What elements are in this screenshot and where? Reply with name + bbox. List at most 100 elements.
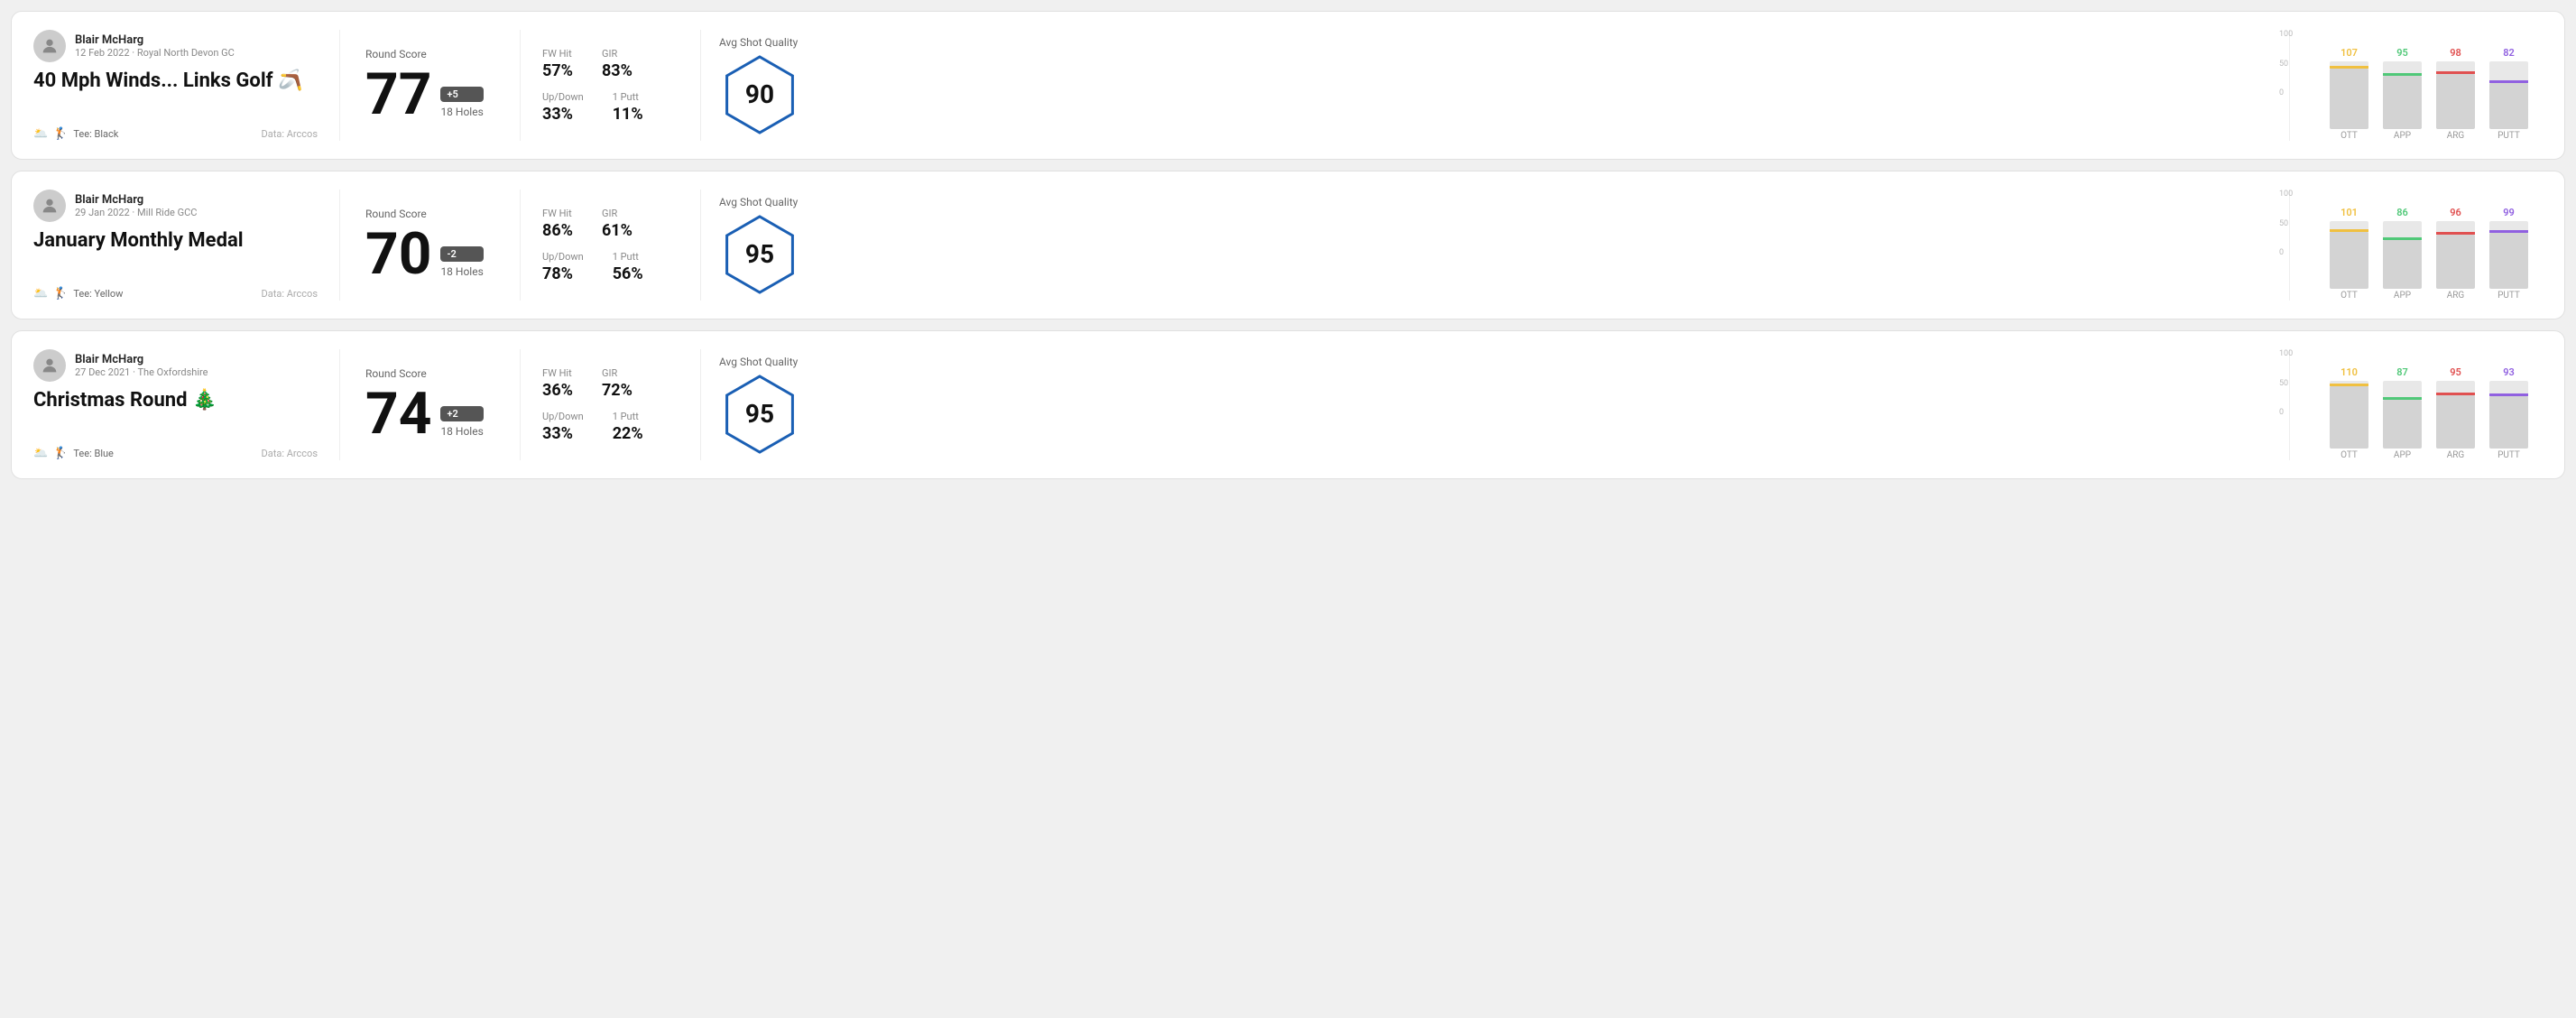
stats-row-bottom: Up/Down 33% 1 Putt 22% <box>542 411 679 443</box>
user-info: Blair McHarg 27 Dec 2021 · The Oxfordshi… <box>33 349 318 382</box>
card-left: Blair McHarg 29 Jan 2022 · Mill Ride GCC… <box>33 190 340 301</box>
round-card-round-3: Blair McHarg 27 Dec 2021 · The Oxfordshi… <box>11 330 2565 479</box>
score-badge: +5 <box>440 87 483 102</box>
weather-icon: 🌥️ <box>33 447 48 460</box>
stat-fw-hit: FW Hit 57% <box>542 48 573 80</box>
user-details: Blair McHarg 27 Dec 2021 · The Oxfordshi… <box>75 353 208 378</box>
stat-fw-hit: FW Hit 86% <box>542 208 573 240</box>
score-label: Round Score <box>365 367 494 380</box>
tee-info: 🌥️ 🏌️ Tee: Black <box>33 127 118 141</box>
hexagon: 95 <box>719 374 800 455</box>
stat-oneputt: 1 Putt 56% <box>613 251 643 283</box>
score-row: 77 +5 18 Holes <box>365 66 494 124</box>
quality-score: 95 <box>745 239 774 269</box>
score-number: 70 <box>365 226 431 283</box>
user-name: Blair McHarg <box>75 33 235 47</box>
quality-inner: 95 <box>719 214 2271 295</box>
quality-section: Avg Shot Quality 90 <box>701 30 2290 141</box>
stat-updown: Up/Down 78% <box>542 251 584 283</box>
round-title: January Monthly Medal <box>33 229 318 253</box>
weather-icon: 🌥️ <box>33 287 48 301</box>
tee-label: Tee: Black <box>73 128 118 140</box>
chart-col-putt: 99 <box>2489 207 2528 289</box>
score-badge: -2 <box>440 246 483 262</box>
stat-fw-hit: FW Hit 36% <box>542 367 573 400</box>
stats-section: FW Hit 57% GIR 83% Up/Down 33% 1 Putt 11… <box>521 30 701 141</box>
avatar <box>33 349 66 382</box>
score-holes: 18 Holes <box>440 265 483 278</box>
user-info: Blair McHarg 29 Jan 2022 · Mill Ride GCC <box>33 190 318 222</box>
user-meta: 12 Feb 2022 · Royal North Devon GC <box>75 47 235 59</box>
card-footer: 🌥️ 🏌️ Tee: Yellow Data: Arccos <box>33 287 318 301</box>
user-info: Blair McHarg 12 Feb 2022 · Royal North D… <box>33 30 318 62</box>
score-number: 74 <box>365 385 431 443</box>
round-card-round-1: Blair McHarg 12 Feb 2022 · Royal North D… <box>11 11 2565 160</box>
user-name: Blair McHarg <box>75 353 208 366</box>
score-row: 70 -2 18 Holes <box>365 226 494 283</box>
stats-row-bottom: Up/Down 33% 1 Putt 11% <box>542 91 679 124</box>
score-badge-group: +2 18 Holes <box>440 406 483 443</box>
chart-col-app: 86 <box>2383 207 2422 289</box>
card-left: Blair McHarg 27 Dec 2021 · The Oxfordshi… <box>33 349 340 460</box>
score-row: 74 +2 18 Holes <box>365 385 494 443</box>
stats-section: FW Hit 86% GIR 61% Up/Down 78% 1 Putt 56… <box>521 190 701 301</box>
avatar <box>33 190 66 222</box>
bag-icon: 🏌️ <box>53 287 68 301</box>
quality-label: Avg Shot Quality <box>719 196 2271 208</box>
bag-icon: 🏌️ <box>53 447 68 460</box>
data-source: Data: Arccos <box>262 128 318 140</box>
stat-oneputt: 1 Putt 11% <box>613 91 643 124</box>
chart-col-arg: 95 <box>2436 366 2475 449</box>
stats-row-top: FW Hit 36% GIR 72% <box>542 367 679 400</box>
chart-col-ott: 101 <box>2330 207 2368 289</box>
score-label: Round Score <box>365 48 494 60</box>
data-source: Data: Arccos <box>262 448 318 459</box>
stat-gir: GIR 83% <box>602 48 632 80</box>
user-meta: 27 Dec 2021 · The Oxfordshire <box>75 366 208 378</box>
card-footer: 🌥️ 🏌️ Tee: Blue Data: Arccos <box>33 447 318 460</box>
score-holes: 18 Holes <box>440 106 483 118</box>
chart-col-ott: 110 <box>2330 366 2368 449</box>
quality-score: 95 <box>745 399 774 429</box>
card-footer: 🌥️ 🏌️ Tee: Black Data: Arccos <box>33 127 318 141</box>
tee-info: 🌥️ 🏌️ Tee: Yellow <box>33 287 123 301</box>
chart-col-app: 95 <box>2383 47 2422 129</box>
round-card-round-2: Blair McHarg 29 Jan 2022 · Mill Ride GCC… <box>11 171 2565 319</box>
chart-col-ott: 107 <box>2330 47 2368 129</box>
stats-row-bottom: Up/Down 78% 1 Putt 56% <box>542 251 679 283</box>
user-meta: 29 Jan 2022 · Mill Ride GCC <box>75 207 197 218</box>
hexagon: 95 <box>719 214 800 295</box>
score-section: Round Score 74 +2 18 Holes <box>340 349 521 460</box>
chart-col-arg: 98 <box>2436 47 2475 129</box>
avatar <box>33 30 66 62</box>
quality-score: 90 <box>745 79 774 109</box>
quality-section: Avg Shot Quality 95 <box>701 349 2290 460</box>
quality-label: Avg Shot Quality <box>719 356 2271 368</box>
round-title: Christmas Round 🎄 <box>33 389 318 412</box>
quality-section: Avg Shot Quality 95 <box>701 190 2290 301</box>
quality-inner: 95 <box>719 374 2271 455</box>
stats-row-top: FW Hit 86% GIR 61% <box>542 208 679 240</box>
chart-section: 100 50 0 107 95 98 <box>2290 30 2543 141</box>
score-section: Round Score 77 +5 18 Holes <box>340 30 521 141</box>
tee-info: 🌥️ 🏌️ Tee: Blue <box>33 447 114 460</box>
user-details: Blair McHarg 29 Jan 2022 · Mill Ride GCC <box>75 193 197 218</box>
stat-oneputt: 1 Putt 22% <box>613 411 643 443</box>
user-details: Blair McHarg 12 Feb 2022 · Royal North D… <box>75 33 235 59</box>
chart-col-arg: 96 <box>2436 207 2475 289</box>
data-source: Data: Arccos <box>262 288 318 300</box>
score-number: 77 <box>365 66 431 124</box>
stat-updown: Up/Down 33% <box>542 91 584 124</box>
stats-section: FW Hit 36% GIR 72% Up/Down 33% 1 Putt 22… <box>521 349 701 460</box>
score-label: Round Score <box>365 208 494 220</box>
stat-gir: GIR 61% <box>602 208 632 240</box>
score-badge-group: -2 18 Holes <box>440 246 483 283</box>
stats-row-top: FW Hit 57% GIR 83% <box>542 48 679 80</box>
score-badge-group: +5 18 Holes <box>440 87 483 124</box>
card-left: Blair McHarg 12 Feb 2022 · Royal North D… <box>33 30 340 141</box>
stat-gir: GIR 72% <box>602 367 632 400</box>
score-section: Round Score 70 -2 18 Holes <box>340 190 521 301</box>
tee-label: Tee: Blue <box>73 448 114 459</box>
chart-section: 100 50 0 110 87 95 <box>2290 349 2543 460</box>
hexagon: 90 <box>719 54 800 135</box>
